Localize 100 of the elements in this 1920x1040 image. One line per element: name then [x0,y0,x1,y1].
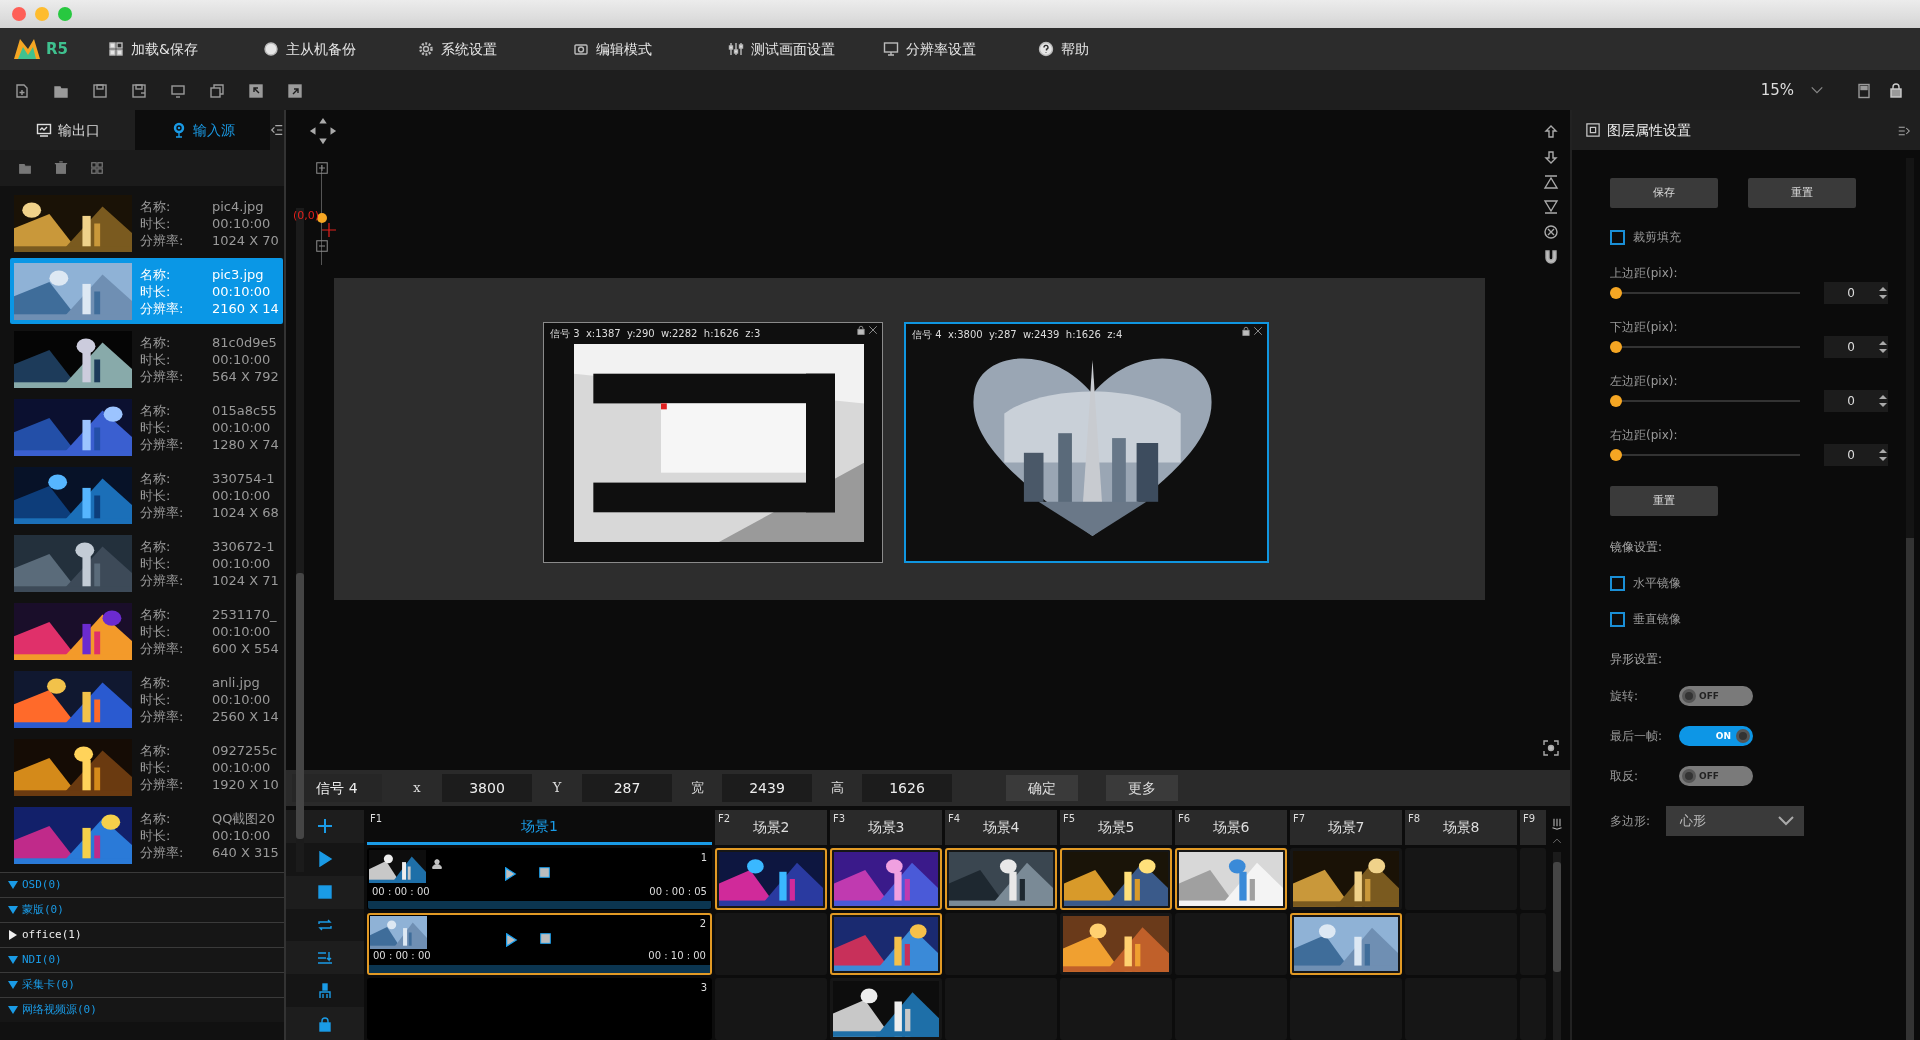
loop-button[interactable] [286,908,364,942]
play-icon[interactable] [504,933,518,948]
scene-tab[interactable]: F9 [1520,810,1546,846]
layer-window[interactable]: 信号 3 x:1387 y:290 w:2282 h:1626 z:3 [543,322,883,563]
number-input[interactable]: 0 [1824,444,1888,466]
reset-button[interactable]: 重置 [1748,178,1856,208]
checkbox[interactable]: 裁剪填充 [1610,228,1906,246]
media-item[interactable]: 名称: 330754-1 时长: 00:10:00 分辨率: 1024 X 68 [10,462,283,528]
grid-icon[interactable] [90,161,104,175]
collapse-icon[interactable] [270,123,284,137]
menu-item[interactable]: 编辑模式 [573,38,728,60]
media-item[interactable]: 名称: anli.jpg 时长: 00:10:00 分辨率: 2560 X 14 [10,666,283,732]
category-header[interactable]: 采集卡(0) [0,972,284,997]
tab[interactable]: 输入源 [135,110,270,150]
lock-button[interactable] [286,1007,364,1040]
clip-cell[interactable]: 3 [367,978,712,1040]
category-header[interactable]: OSD(0) [0,872,284,897]
move-icon[interactable] [308,116,338,146]
collapse-icon[interactable] [1898,124,1910,137]
zoom-thumb[interactable] [317,213,327,223]
scene-tab[interactable]: F6 场景6 [1175,810,1287,846]
close-icon[interactable] [1543,223,1559,240]
shortcut-label: F4 [948,812,961,826]
monitor-icon [35,122,52,138]
category-header[interactable]: 网络视频源(0) [0,997,284,1022]
arrow-down-icon[interactable] [1543,148,1559,165]
menu-item[interactable]: 加载&保存 [108,38,263,60]
stop-button[interactable] [286,875,364,909]
save-button[interactable]: 保存 [1610,178,1718,208]
category-header[interactable]: NDI(0) [0,947,284,972]
zoom-level[interactable]: 15% [1760,78,1794,102]
menu-item[interactable]: 帮助 [1038,38,1193,60]
lock-icon[interactable] [1241,326,1251,336]
scene-tab[interactable]: F2 场景2 [715,810,827,846]
tab[interactable]: 输出口 [0,110,135,150]
menu-item[interactable]: 分辨率设置 [883,38,1038,60]
chevron-up-icon[interactable] [1551,836,1562,846]
field-label: 时长: [140,350,172,368]
scene-tab[interactable]: F3 场景3 [830,810,942,846]
zoom-in-icon[interactable] [316,161,328,174]
checkbox[interactable]: 垂直镜像 [1610,610,1906,628]
layer-window[interactable]: 信号 4 x:3800 y:287 w:2439 h:1626 z:4 [904,322,1269,563]
number-input[interactable]: 0 [1824,390,1888,412]
fit-screen-icon[interactable] [1543,739,1559,756]
media-item[interactable]: 名称: 2531170_ 时长: 00:10:00 分辨率: 600 X 554 [10,598,283,664]
media-item[interactable]: 名称: 330672-1 时长: 00:10:00 分辨率: 1024 X 71 [10,530,283,596]
brush-button[interactable] [286,974,364,1008]
folder-icon[interactable] [18,161,32,175]
number-input[interactable]: 0 [1824,336,1888,358]
media-item[interactable]: 名称: 0927255c 时长: 00:10:00 分辨率: 1920 X 10 [10,734,283,800]
category-header[interactable]: office(1) [0,922,284,947]
menu-item[interactable]: 主从机备份 [263,38,418,60]
media-item[interactable]: 名称: 81c0d9e5 时长: 00:10:00 分辨率: 564 X 792 [10,326,283,392]
scene-tab[interactable]: F8 场景8 [1405,810,1517,846]
close-icon[interactable] [1253,326,1263,336]
expand-icon[interactable] [1550,818,1563,830]
field-value: 00:10:00 [212,418,272,436]
number-input[interactable]: 0 [1824,282,1888,304]
magnet-icon[interactable] [1543,248,1559,265]
category-header[interactable]: 蒙版(0) [0,897,284,922]
input-field[interactable]: 3800 [442,774,532,802]
end-time: 00 : 00 : 05 [649,885,707,900]
calculator-icon[interactable] [1856,82,1872,99]
scrollbar[interactable] [1552,852,1561,1040]
more-button[interactable]: 更多 [1106,775,1178,801]
arrow-up-icon[interactable] [1543,123,1559,140]
field-value: 0927255c [212,741,279,759]
menu-item[interactable]: 系统设置 [418,38,573,60]
plus-button[interactable] [286,810,364,843]
scrollbar[interactable] [1906,158,1914,1040]
dropdown[interactable]: 心形 [1666,806,1804,836]
scene-tab[interactable]: F7 场景7 [1290,810,1402,846]
lock-icon[interactable] [856,325,866,335]
lock-icon[interactable] [1888,82,1904,98]
input-field[interactable]: 1626 [862,774,952,802]
clip-cell[interactable]: 1 00 : 00 : 00 00 : 00 : 05 [367,848,712,911]
checkbox[interactable]: 水平镜像 [1610,574,1906,592]
scene-tab[interactable]: F5 场景5 [1060,810,1172,846]
field-label: 名称: [140,469,172,487]
media-item[interactable]: 名称: pic4.jpg 时长: 00:10:00 分辨率: 1024 X 70 [10,190,283,256]
toggle-switch[interactable]: OFF [1679,686,1753,706]
stop-icon[interactable] [539,867,550,879]
input-field[interactable]: 2439 [722,774,812,802]
menu-item[interactable]: 测试画面设置 [728,38,883,60]
play-icon[interactable] [503,867,517,882]
zoom-out-icon[interactable] [316,239,328,252]
scene-tab[interactable]: F4 场景4 [945,810,1057,846]
stop-icon[interactable] [540,933,551,945]
trash-icon[interactable] [54,161,68,175]
media-item[interactable]: 名称: QQ截图20 时长: 00:10:00 分辨率: 640 X 315 [10,802,283,868]
input-field[interactable]: 287 [582,774,672,802]
to-bottom-icon[interactable] [1543,198,1559,215]
list-button[interactable] [286,941,364,975]
clip-cell[interactable]: 2 00 : 00 : 00 00 : 10 : 00 [367,913,712,976]
close-icon[interactable] [868,325,878,335]
confirm-button[interactable]: 确定 [1006,775,1078,801]
reset-button[interactable]: 重置 [1610,486,1718,516]
media-item[interactable]: 名称: 015a8c55 时长: 00:10:00 分辨率: 1280 X 74 [10,394,283,460]
to-top-icon[interactable] [1543,173,1559,190]
toggle-switch[interactable]: OFF [1679,766,1753,786]
